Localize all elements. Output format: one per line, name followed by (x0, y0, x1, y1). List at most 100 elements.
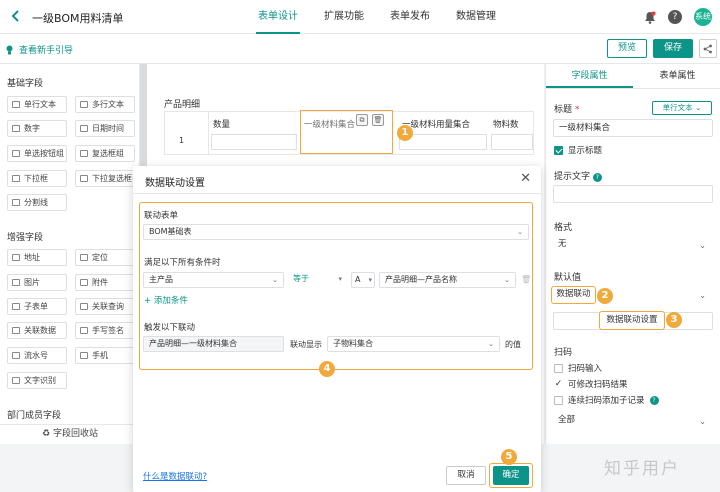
field-datetime[interactable]: 日期时间 (75, 120, 135, 137)
default-value-linkage[interactable]: 数据联动 (551, 286, 596, 304)
link-form-select[interactable]: BOM基础表 ⌄ (143, 224, 529, 240)
field-label: 流水号 (24, 351, 48, 360)
field-attachment[interactable]: 附件 (75, 274, 135, 291)
help-icon[interactable]: ? (592, 173, 602, 182)
condition-value-select[interactable]: 产品明细—产品名称 ⌄ (379, 272, 516, 288)
delete-condition-icon[interactable]: 🗑 (521, 275, 531, 284)
field-ocr[interactable]: 文字识别 (7, 372, 67, 389)
scan-scope-select[interactable]: 全部 ⌄ (553, 412, 713, 430)
tab-field-properties[interactable]: 字段属性 (546, 64, 633, 88)
top-bar: 一级BOM用料清单 表单设计 扩展功能 表单发布 数据管理 ? 系统 (0, 0, 720, 34)
field-icon (80, 279, 88, 286)
step-badge-2: 2 (597, 288, 613, 304)
column-material-usage[interactable]: 一级材料用量集合 (402, 118, 470, 130)
format-select[interactable]: 无 ⌄ (553, 236, 713, 254)
field-label: 下拉复选框 (92, 174, 132, 183)
recycle-label: 字段回收站 (52, 429, 98, 439)
field-number[interactable]: 数字 (7, 120, 67, 137)
field-dropdown[interactable]: 下拉框 (7, 170, 67, 187)
ok-button[interactable]: 确定 (493, 466, 529, 485)
step-badge-3: 3 (666, 312, 682, 328)
save-button[interactable]: 保存 (653, 39, 693, 58)
hint-label: 提示文字 ? (554, 169, 602, 182)
tab-extensions[interactable]: 扩展功能 (314, 0, 374, 34)
field-linked-data[interactable]: 关联数据 (7, 322, 67, 339)
field-multi-dropdown[interactable]: 下拉复选框 (75, 170, 135, 187)
tab-divider (546, 88, 720, 89)
property-panel: 字段属性 表单属性 标题 * 单行文本 ⌄ 一级材料集合 显示标题 提示文字 ?… (545, 64, 720, 444)
tab-data-management[interactable]: 数据管理 (446, 0, 506, 34)
field-type-dropdown[interactable]: 单行文本 ⌄ (652, 101, 712, 115)
sub-toolbar: 查看新手引导 预览 保存 (0, 34, 720, 64)
avatar[interactable]: 系统 (694, 8, 712, 26)
linkage-settings-button[interactable]: 数据联动设置 (599, 311, 665, 330)
field-image[interactable]: 图片 (7, 274, 67, 291)
title-label-text: 标题 (554, 105, 573, 115)
required-mark: * (574, 105, 580, 115)
field-single-line-text[interactable]: 单行文本 (7, 96, 67, 113)
recycle-icon: ♻ (42, 429, 51, 439)
preview-button[interactable]: 预览 (607, 39, 647, 58)
trigger-suffix-text: 的值 (505, 340, 521, 349)
field-icon (12, 125, 20, 132)
copy-icon[interactable]: ⧉ (356, 114, 368, 126)
checkbox-checked (554, 145, 563, 155)
column-tools: ⧉ 🗑 (356, 114, 390, 128)
chevron-down-icon: ⌄ (517, 228, 523, 236)
field-multi-line-text[interactable]: 多行文本 (75, 96, 135, 113)
hint-input[interactable] (553, 185, 713, 203)
field-linked-query[interactable]: 关联查询 (75, 298, 135, 315)
help-icon[interactable]: ? (668, 10, 682, 24)
condition-field-select[interactable]: 主产品 ⌄ (143, 272, 284, 288)
condition-operator-select[interactable]: 等于 ▾ (288, 272, 347, 288)
column-material-count[interactable]: 物料数 (493, 118, 519, 130)
cancel-button[interactable]: 取消 (446, 466, 486, 485)
field-icon (12, 199, 20, 206)
what-is-linkage-link[interactable]: 什么是数据联动? (143, 470, 207, 482)
enhanced-fields-title: 增强字段 (7, 233, 44, 243)
scan-input-checkbox[interactable]: 扫码输入 (554, 362, 602, 374)
field-serial-number[interactable]: 流水号 (7, 347, 67, 364)
field-checkbox-group[interactable]: 复选框组 (75, 145, 135, 162)
back-arrow-icon[interactable] (9, 9, 23, 23)
field-radio-group[interactable]: 单选按钮组 (7, 145, 67, 162)
cell-quantity[interactable] (211, 134, 297, 150)
field-address[interactable]: 地址 (7, 249, 67, 266)
field-label: 文字识别 (24, 376, 56, 385)
subform-title: 产品明细 (164, 100, 201, 110)
tab-form-properties[interactable]: 表单属性 (634, 64, 720, 88)
field-subform[interactable]: 子表单 (7, 298, 67, 315)
title-input[interactable]: 一级材料集合 (553, 119, 713, 137)
caret-down-icon: ▾ (338, 275, 342, 283)
help-icon[interactable]: ? (649, 395, 659, 405)
trigger-target-field: 产品明细—一级材料集合 (143, 336, 284, 352)
chevron-down-icon: ⌄ (699, 241, 706, 250)
show-title-checkbox[interactable]: 显示标题 (554, 144, 602, 156)
tab-form-design[interactable]: 表单设计 (248, 0, 308, 34)
field-recycle-bin[interactable]: ♻ 字段回收站 (0, 424, 140, 444)
field-icon (12, 101, 20, 108)
scan-editable-checkbox[interactable]: ✓ 可修改扫码结果 (554, 378, 628, 390)
condition-value-type-select[interactable]: A ▾ (351, 272, 375, 288)
field-signature[interactable]: 手写签名 (75, 322, 135, 339)
scan-continuous-checkbox[interactable]: 连续扫码添加子记录? (554, 394, 659, 406)
guide-link[interactable]: 查看新手引导 (6, 43, 73, 56)
field-icon (12, 150, 20, 157)
main-nav: 表单设计 扩展功能 表单发布 数据管理 (248, 0, 512, 34)
field-label: 多行文本 (92, 100, 124, 109)
trigger-source-select[interactable]: 子物料集合 ⌄ (327, 336, 500, 352)
delete-icon[interactable]: 🗑 (372, 114, 384, 126)
bell-icon[interactable] (644, 11, 656, 24)
cell-material-count[interactable] (491, 134, 533, 150)
field-divider[interactable]: 分割线 (7, 194, 67, 211)
field-location[interactable]: 定位 (75, 249, 135, 266)
add-condition-button[interactable]: + 添加条件 (144, 294, 188, 306)
field-phone[interactable]: 手机 (75, 347, 135, 364)
column-quantity[interactable]: 数量 (213, 118, 230, 130)
tab-form-publish[interactable]: 表单发布 (380, 0, 440, 34)
field-icon (80, 327, 88, 334)
close-icon[interactable]: ✕ (520, 171, 531, 186)
dialog-title: 数据联动设置 (145, 178, 205, 189)
share-button[interactable] (699, 39, 717, 58)
field-icon (12, 303, 20, 310)
